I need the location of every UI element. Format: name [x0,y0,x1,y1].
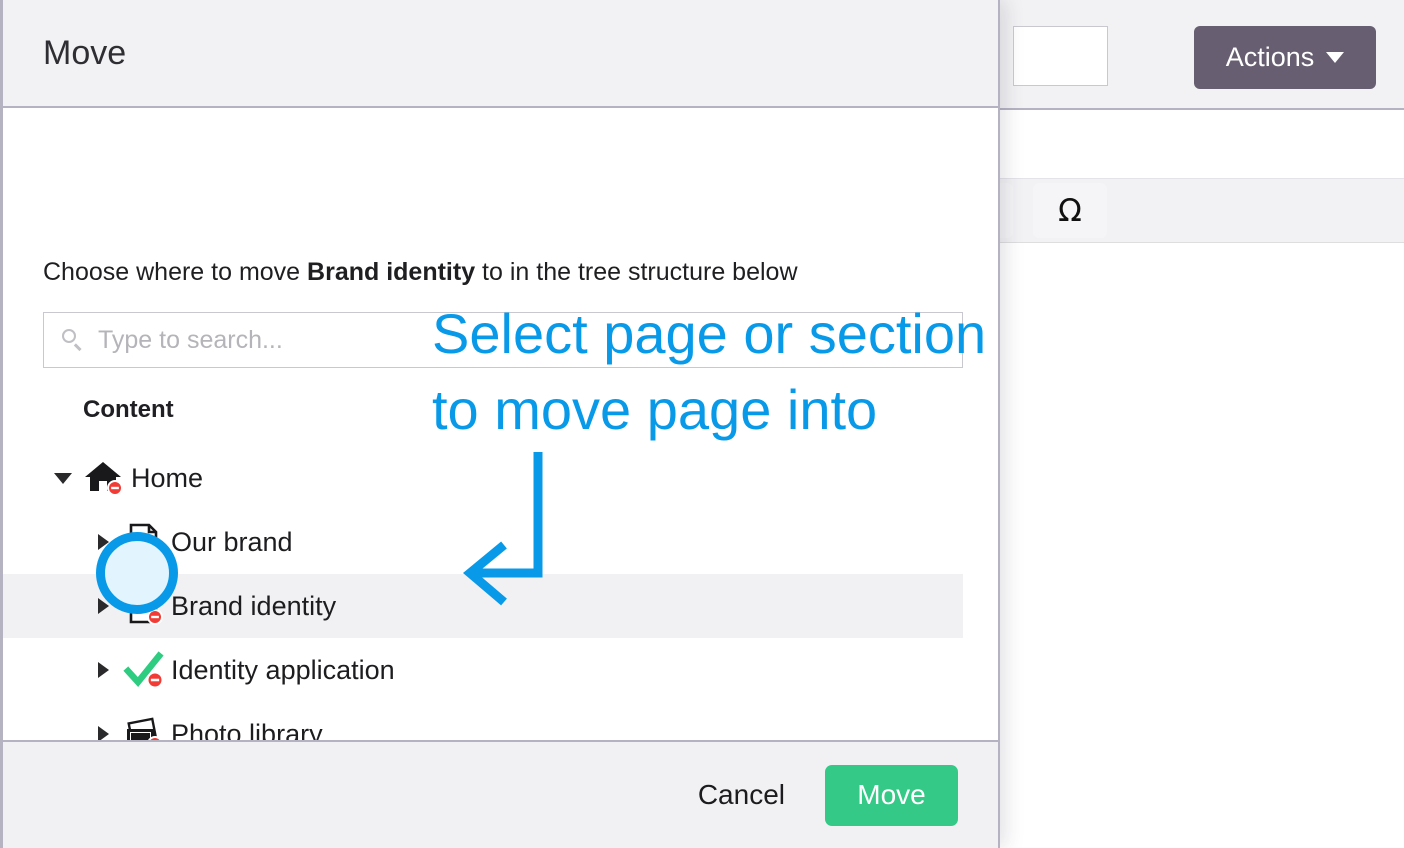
move-dialog: Move Choose where to move Brand identity… [0,0,1000,848]
dialog-footer: Cancel Move [3,740,998,848]
tree-node-toggle[interactable] [51,472,75,484]
check-icon [115,649,171,691]
search-icon [62,329,84,351]
tree-node-row[interactable]: Identity application [3,638,963,702]
caret-right-icon [97,598,109,614]
dialog-header: Move [3,0,998,108]
dialog-body: Choose where to move Brand identity to i… [3,108,998,740]
tree-node-toggle[interactable] [91,662,115,678]
tree-node-toggle[interactable] [91,598,115,614]
actions-button[interactable]: Actions [1194,26,1376,89]
home-icon [75,457,131,499]
tree-heading: Content [83,396,174,423]
caret-right-icon [97,726,109,740]
instruction-page-name: Brand identity [307,258,476,286]
tree-node-row[interactable]: Our brand [3,510,963,574]
tree-node-label: Photo library [171,718,323,741]
app-search-field[interactable] [1013,26,1108,86]
tree-node-label: Our brand [171,526,293,557]
document-icon [115,521,171,563]
photo-library-icon [115,713,171,740]
document-icon [115,585,171,627]
tree-node-label: Home [131,462,204,493]
move-confirm-button[interactable]: Move [825,764,958,826]
caret-down-icon [54,472,72,484]
chevron-down-icon [1326,52,1345,63]
content-tree: Content Home Our brand Brand identity Ident… [3,396,963,740]
tree-node-label: Brand identity [171,590,337,621]
tree-node-label: Identity application [171,654,395,685]
tree-node-row[interactable]: Brand identity [3,574,963,638]
instruction-suffix: to in the tree structure below [475,258,798,286]
dialog-title: Move [43,33,127,72]
omega-symbol-button[interactable]: Ω [1033,183,1107,238]
caret-right-icon [97,662,109,678]
dialog-instruction: Choose where to move Brand identity to i… [43,258,798,287]
tree-search-placeholder: Type to search... [98,325,283,354]
tree-search-input[interactable]: Type to search... [43,312,963,368]
cancel-button[interactable]: Cancel [688,773,795,817]
tree-node-toggle[interactable] [91,534,115,550]
tree-node-row[interactable]: Home [3,446,963,510]
tree-node-row[interactable]: Photo library [3,702,963,740]
tree-node-toggle[interactable] [91,726,115,740]
instruction-prefix: Choose where to move [43,258,308,286]
caret-right-icon [97,534,109,550]
actions-button-label: Actions [1225,42,1315,72]
omega-icon: Ω [1058,192,1082,229]
